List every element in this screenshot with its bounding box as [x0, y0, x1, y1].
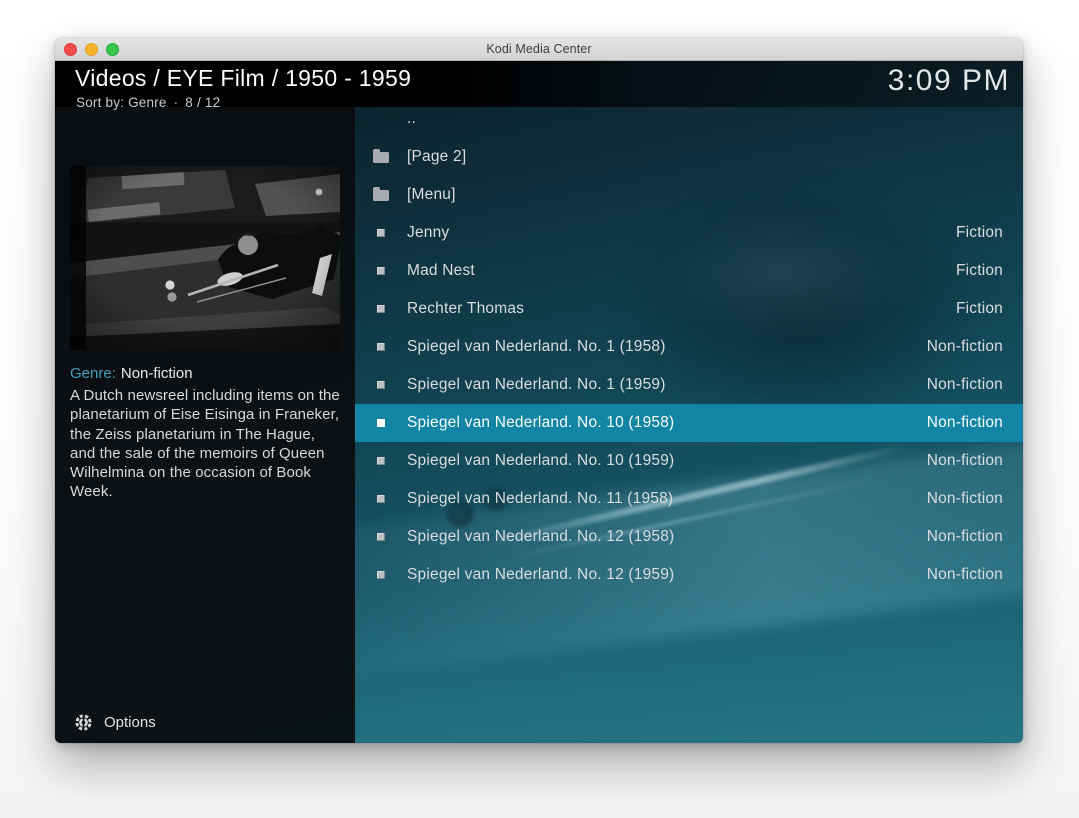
- list-item[interactable]: [Menu]: [355, 176, 1023, 214]
- file-list: .. [Page 2] [Menu] Jenny Fiction Mad Nes…: [355, 61, 1023, 743]
- item-label: Spiegel van Nederland. No. 11 (1958): [407, 490, 927, 508]
- item-icon-cell: [355, 190, 407, 201]
- list-item[interactable]: Spiegel van Nederland. No. 10 (1958) Non…: [355, 404, 1023, 442]
- list-item[interactable]: Rechter Thomas Fiction: [355, 290, 1023, 328]
- options-gear-icon: [74, 713, 93, 732]
- list-item[interactable]: Spiegel van Nederland. No. 12 (1958) Non…: [355, 518, 1023, 556]
- separator-dot: ·: [174, 95, 179, 110]
- item-genre: Fiction: [956, 300, 1023, 318]
- item-label: Spiegel van Nederland. No. 10 (1959): [407, 452, 927, 470]
- item-label: Jenny: [407, 224, 956, 242]
- list-item[interactable]: Spiegel van Nederland. No. 1 (1959) Non-…: [355, 366, 1023, 404]
- item-genre: Non-fiction: [927, 338, 1023, 356]
- genre-label: Genre:: [70, 365, 116, 382]
- folder-icon: [373, 152, 389, 163]
- file-icon: [377, 495, 385, 503]
- item-genre: Non-fiction: [927, 452, 1023, 470]
- item-icon-cell: [355, 571, 407, 579]
- list-item[interactable]: Spiegel van Nederland. No. 11 (1958) Non…: [355, 480, 1023, 518]
- file-icon: [377, 571, 385, 579]
- item-icon-cell: [355, 305, 407, 313]
- item-icon-cell: [355, 419, 407, 427]
- file-icon: [377, 229, 385, 237]
- file-icon: [377, 305, 385, 313]
- item-icon-cell: [355, 381, 407, 389]
- sort-by-label[interactable]: Sort by: Genre: [76, 95, 167, 110]
- desktop-background: Kodi Media Center Videos / EYE Film / 19…: [0, 0, 1079, 818]
- window-controls: [64, 43, 119, 56]
- item-label: Spiegel van Nederland. No. 12 (1958): [407, 528, 927, 546]
- kodi-content: Videos / EYE Film / 1950 - 1959 Sort by:…: [55, 61, 1023, 743]
- close-icon[interactable]: [64, 43, 77, 56]
- item-label: Rechter Thomas: [407, 300, 956, 318]
- file-icon: [377, 381, 385, 389]
- item-label: Spiegel van Nederland. No. 12 (1959): [407, 566, 927, 584]
- options-label: Options: [104, 714, 156, 731]
- billiards-thumbnail-art: [70, 166, 340, 350]
- minimize-icon[interactable]: [85, 43, 98, 56]
- file-icon: [377, 533, 385, 541]
- item-genre: Non-fiction: [927, 490, 1023, 508]
- item-icon-cell: [355, 229, 407, 237]
- genre-line: Genre: Non-fiction: [70, 365, 193, 382]
- file-icon: [377, 267, 385, 275]
- list-item[interactable]: Spiegel van Nederland. No. 10 (1959) Non…: [355, 442, 1023, 480]
- item-icon-cell: [355, 343, 407, 351]
- item-label: [Page 2]: [407, 148, 1003, 166]
- item-genre: Non-fiction: [927, 528, 1023, 546]
- zoom-icon[interactable]: [106, 43, 119, 56]
- list-item[interactable]: ..: [355, 100, 1023, 138]
- folder-icon: [373, 190, 389, 201]
- item-label: Spiegel van Nederland. No. 1 (1958): [407, 338, 927, 356]
- item-genre: Non-fiction: [927, 376, 1023, 394]
- list-item[interactable]: [Page 2]: [355, 138, 1023, 176]
- kodi-window: Kodi Media Center Videos / EYE Film / 19…: [55, 38, 1023, 743]
- sort-status: Sort by: Genre · 8 / 12: [76, 95, 220, 110]
- options-button[interactable]: Options: [68, 706, 162, 738]
- item-label: Mad Nest: [407, 262, 956, 280]
- list-item[interactable]: Spiegel van Nederland. No. 1 (1958) Non-…: [355, 328, 1023, 366]
- file-icon: [377, 457, 385, 465]
- item-genre: Non-fiction: [927, 414, 1023, 432]
- video-thumbnail: [70, 166, 340, 350]
- list-item[interactable]: Mad Nest Fiction: [355, 252, 1023, 290]
- item-label: Spiegel van Nederland. No. 10 (1958): [407, 414, 927, 432]
- genre-value: Non-fiction: [121, 365, 193, 382]
- item-genre: Non-fiction: [927, 566, 1023, 584]
- window-title: Kodi Media Center: [486, 42, 591, 56]
- list-item[interactable]: Spiegel van Nederland. No. 12 (1959) Non…: [355, 556, 1023, 594]
- item-icon-cell: [355, 152, 407, 163]
- item-genre: Fiction: [956, 262, 1023, 280]
- plot-description: A Dutch newsreel including items on the …: [70, 386, 343, 502]
- item-icon-cell: [355, 457, 407, 465]
- item-label: Spiegel van Nederland. No. 1 (1959): [407, 376, 927, 394]
- item-genre: Fiction: [956, 224, 1023, 242]
- item-icon-cell: [355, 267, 407, 275]
- window-titlebar[interactable]: Kodi Media Center: [55, 38, 1023, 61]
- item-label: ..: [407, 110, 1003, 128]
- list-item[interactable]: Jenny Fiction: [355, 214, 1023, 252]
- item-icon-cell: [355, 495, 407, 503]
- file-icon: [377, 419, 385, 427]
- list-position: 8 / 12: [185, 95, 220, 110]
- item-label: [Menu]: [407, 186, 1003, 204]
- file-icon: [377, 343, 385, 351]
- item-icon-cell: [355, 533, 407, 541]
